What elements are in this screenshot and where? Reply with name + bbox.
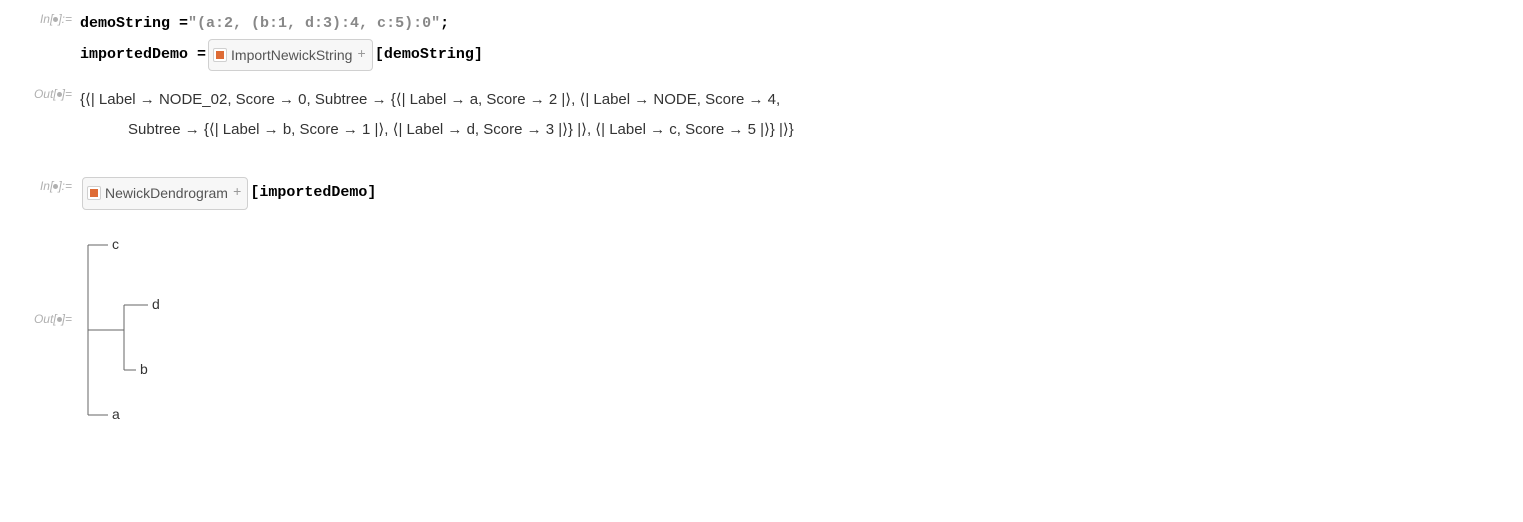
output-label-1: Out[]= bbox=[16, 83, 80, 101]
output-part2: Subtree → {⟨| Label → b, Score → 1 |⟩, ⟨… bbox=[80, 115, 1507, 145]
input-label-1: In[]:= bbox=[16, 8, 80, 26]
output-part1: {⟨| Label → NODE_02, Score → 0, Subtree … bbox=[80, 91, 780, 108]
dendro-leaf-c: c bbox=[112, 236, 119, 252]
code-text: [ bbox=[250, 179, 259, 208]
code-text: ; bbox=[440, 10, 449, 39]
dendro-leaf-a: a bbox=[112, 406, 120, 422]
resource-function-box[interactable]: ImportNewickString + bbox=[208, 39, 373, 72]
output-label-2: Out[]= bbox=[16, 222, 80, 326]
code-text: ] bbox=[474, 41, 483, 70]
output-cell-1: Out[]= {⟨| Label → NODE_02, Score → 0, S… bbox=[16, 83, 1507, 145]
input-line-1b[interactable]: importedDemo = ImportNewickString + [ de… bbox=[80, 39, 1507, 72]
input-line-1a[interactable]: demoString = "(a:2, (b:1, d:3):4, c:5):0… bbox=[80, 10, 1507, 39]
dendrogram-svg: c d b a bbox=[80, 230, 220, 430]
resource-icon bbox=[213, 48, 227, 62]
code-text: importedDemo = bbox=[80, 41, 206, 70]
code-text: demoString = bbox=[80, 10, 188, 39]
plus-icon[interactable]: + bbox=[233, 180, 241, 207]
code-text: [ bbox=[375, 41, 384, 70]
code-text: demoString bbox=[384, 41, 474, 70]
output-cell-2: Out[]= bbox=[16, 222, 1507, 433]
input-cell-1: In[]:= demoString = "(a:2, (b:1, d:3):4,… bbox=[16, 8, 1507, 71]
code-text: importedDemo bbox=[259, 179, 367, 208]
resource-name: NewickDendrogram bbox=[105, 180, 228, 207]
input-cell-2: In[]:= NewickDendrogram + [ importedDemo… bbox=[16, 175, 1507, 210]
dendrogram-output[interactable]: c d b a bbox=[80, 230, 1507, 433]
resource-function-box[interactable]: NewickDendrogram + bbox=[82, 177, 248, 210]
resource-icon bbox=[87, 186, 101, 200]
resource-name: ImportNewickString bbox=[231, 42, 352, 69]
dendro-leaf-b: b bbox=[140, 361, 148, 377]
plus-icon[interactable]: + bbox=[357, 42, 365, 69]
code-text: ] bbox=[367, 179, 376, 208]
input-label-2: In[]:= bbox=[16, 175, 80, 193]
dendro-leaf-d: d bbox=[152, 296, 160, 312]
output-text-1[interactable]: {⟨| Label → NODE_02, Score → 0, Subtree … bbox=[80, 85, 1507, 145]
input-line-2[interactable]: NewickDendrogram + [ importedDemo ] bbox=[80, 177, 1507, 210]
code-string: "(a:2, (b:1, d:3):4, c:5):0" bbox=[188, 10, 440, 39]
